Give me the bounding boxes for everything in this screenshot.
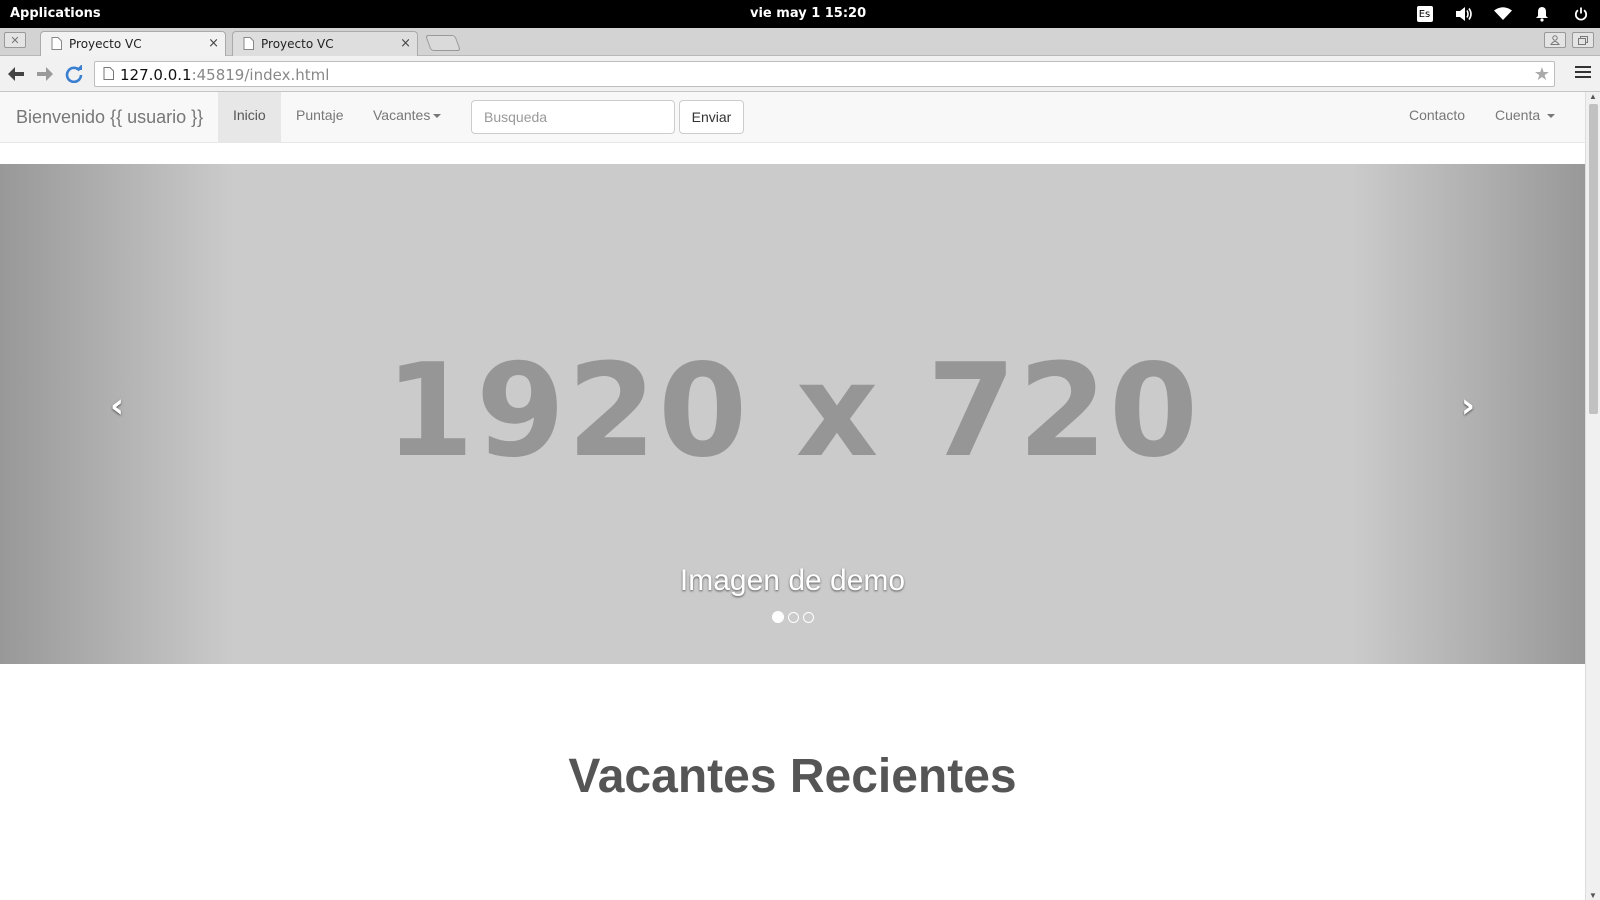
power-icon[interactable] bbox=[1561, 0, 1600, 28]
url-host: 127.0.0.1 bbox=[120, 66, 192, 84]
notification-bell-icon[interactable] bbox=[1522, 0, 1561, 28]
nav-item-vacantes[interactable]: Vacantes bbox=[358, 92, 456, 142]
site-navbar: Bienvenido {{ usuario }} Inicio Puntaje … bbox=[0, 92, 1585, 143]
scrollbar-thumb[interactable] bbox=[1589, 104, 1598, 414]
scroll-up-arrow-icon[interactable]: ▲ bbox=[1589, 92, 1597, 101]
browser-menu-icon[interactable] bbox=[1575, 66, 1591, 82]
image-carousel: 1920 x 720 ‹ › Imagen de demo bbox=[0, 164, 1585, 664]
tab-close-icon[interactable]: × bbox=[400, 36, 411, 51]
system-tray: Es bbox=[1405, 0, 1600, 28]
scroll-down-arrow-icon[interactable]: ▼ bbox=[1589, 891, 1597, 900]
url-path: :45819/index.html bbox=[191, 66, 330, 84]
caret-down-icon bbox=[433, 114, 442, 119]
reload-icon[interactable] bbox=[64, 64, 84, 84]
carousel-indicator-1[interactable] bbox=[771, 611, 784, 623]
window-close-icon[interactable]: ✕ bbox=[4, 32, 26, 48]
nav-item-cuenta-label: Cuenta bbox=[1495, 107, 1541, 123]
page-icon bbox=[51, 37, 62, 53]
tab-close-icon[interactable]: × bbox=[208, 36, 219, 51]
page-viewport: Bienvenido {{ usuario }} Inicio Puntaje … bbox=[0, 92, 1585, 900]
wifi-icon[interactable] bbox=[1483, 0, 1522, 28]
browser-tab-strip: ✕ Proyecto VC × Proyecto VC × bbox=[0, 28, 1600, 56]
nav-item-cuenta[interactable]: Cuenta bbox=[1480, 92, 1570, 142]
bookmark-star-icon[interactable]: ★ bbox=[1534, 64, 1550, 85]
caret-down-icon bbox=[1547, 114, 1556, 119]
address-bar[interactable]: 127.0.0.1:45819/index.html ★ bbox=[94, 61, 1555, 87]
carousel-indicator-2[interactable] bbox=[787, 612, 799, 623]
back-arrow-icon[interactable] bbox=[6, 64, 26, 84]
chevron-right-icon[interactable]: › bbox=[1453, 386, 1483, 426]
applications-menu[interactable]: Applications bbox=[10, 6, 101, 21]
nav-item-puntaje[interactable]: Puntaje bbox=[281, 92, 358, 142]
section-title: Vacantes Recientes bbox=[568, 750, 1017, 803]
volume-icon[interactable] bbox=[1444, 0, 1483, 28]
keyboard-layout-indicator[interactable]: Es bbox=[1405, 0, 1444, 28]
system-top-bar: Applications vie may 1 15:20 Es bbox=[0, 0, 1600, 28]
chevron-left-icon[interactable]: ‹ bbox=[102, 386, 132, 426]
new-tab-button[interactable] bbox=[425, 35, 461, 51]
nav-item-inicio[interactable]: Inicio bbox=[218, 92, 281, 142]
system-clock[interactable]: vie may 1 15:20 bbox=[750, 6, 866, 21]
browser-toolbar: 127.0.0.1:45819/index.html ★ bbox=[0, 56, 1600, 92]
forward-arrow-icon[interactable] bbox=[35, 64, 55, 84]
navbar-brand[interactable]: Bienvenido {{ usuario }} bbox=[16, 107, 203, 128]
page-scrollbar[interactable]: ▲ ▼ bbox=[1585, 92, 1600, 900]
tab-title: Proyecto VC bbox=[69, 37, 142, 51]
placeholder-image-text: 1920 x 720 bbox=[384, 337, 1201, 486]
carousel-caption: Imagen de demo bbox=[679, 564, 906, 597]
tab-title: Proyecto VC bbox=[261, 37, 334, 51]
profile-icon[interactable] bbox=[1544, 32, 1566, 48]
carousel-indicators bbox=[0, 610, 1585, 628]
window-restore-icon[interactable] bbox=[1572, 32, 1594, 48]
carousel-indicator-3[interactable] bbox=[802, 612, 814, 623]
keyboard-layout-badge: Es bbox=[1416, 6, 1433, 22]
browser-tab-2[interactable]: Proyecto VC × bbox=[232, 31, 418, 56]
search-input[interactable] bbox=[471, 100, 675, 134]
url-text: 127.0.0.1:45819/index.html bbox=[120, 66, 329, 84]
nav-item-vacantes-label: Vacantes bbox=[373, 107, 431, 123]
page-icon bbox=[243, 37, 254, 53]
nav-item-contacto[interactable]: Contacto bbox=[1394, 92, 1480, 142]
submit-button[interactable]: Enviar bbox=[679, 100, 744, 134]
page-icon bbox=[103, 67, 114, 85]
browser-tab-1[interactable]: Proyecto VC × bbox=[40, 31, 226, 56]
